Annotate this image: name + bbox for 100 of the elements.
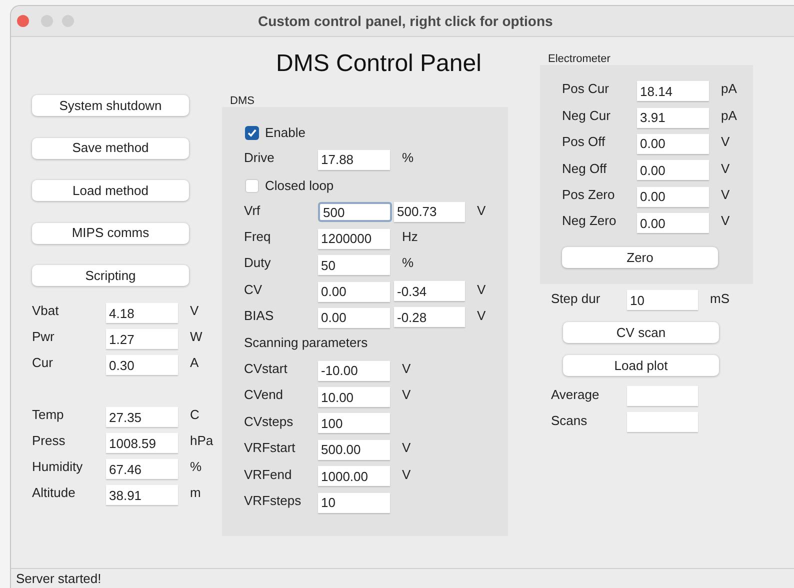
push-button[interactable]: MIPS comms xyxy=(32,222,189,244)
push-button[interactable]: System shutdown xyxy=(32,95,189,116)
field-label: Step dur xyxy=(551,290,602,308)
unit-label: V xyxy=(477,202,486,220)
input-field[interactable]: -0.34 xyxy=(394,281,465,302)
field-label: Pos Off xyxy=(562,133,606,152)
field-label: Neg Zero xyxy=(562,212,618,230)
push-button[interactable]: Load method xyxy=(32,180,189,201)
input-field[interactable]: 0.00 xyxy=(318,282,390,302)
field-label: Cur xyxy=(32,354,54,372)
input-field[interactable]: 0.00 xyxy=(637,186,709,207)
checkbox[interactable] xyxy=(245,126,259,140)
unit-label: V xyxy=(721,212,730,230)
close-icon[interactable] xyxy=(17,15,29,27)
field-label: CV xyxy=(244,280,264,299)
unit-label: V xyxy=(721,160,730,178)
field-label: Drive xyxy=(244,148,276,167)
checkbox[interactable] xyxy=(245,178,259,193)
unit-label: A xyxy=(190,354,199,372)
input-field[interactable] xyxy=(627,386,698,406)
push-button[interactable]: Load plot xyxy=(563,355,719,376)
field-label: VRFend xyxy=(244,466,293,484)
input-field[interactable]: -0.28 xyxy=(394,307,465,328)
push-button[interactable]: Scripting xyxy=(32,265,189,286)
input-field[interactable]: 0.00 xyxy=(637,213,709,234)
input-field[interactable]: 100 xyxy=(318,413,390,434)
input-field[interactable]: -10.00 xyxy=(318,360,390,381)
field-label: Humidity xyxy=(32,458,84,476)
push-button[interactable]: Zero xyxy=(562,247,718,268)
status-text: Server started! xyxy=(16,570,102,588)
field-label: Vbat xyxy=(32,302,60,320)
field-label: Neg Cur xyxy=(562,106,612,125)
field-label: Vrf xyxy=(244,202,262,220)
unit-label: V xyxy=(402,466,411,484)
input-field[interactable]: 17.88 xyxy=(318,150,390,170)
checkbox-label: Closed loop xyxy=(265,177,334,196)
input-field[interactable]: 1008.59 xyxy=(106,433,178,453)
input-field[interactable]: 38.91 xyxy=(106,485,178,505)
unit-label: V xyxy=(477,307,486,326)
input-field[interactable]: 27.35 xyxy=(106,407,178,427)
field-label: Freq xyxy=(244,228,272,246)
input-field[interactable]: 4.18 xyxy=(106,303,178,323)
input-field[interactable]: 10 xyxy=(318,492,390,513)
push-button[interactable]: CV scan xyxy=(563,322,719,344)
window-title: Custom control panel, right click for options xyxy=(258,12,553,31)
field-label: Average xyxy=(551,386,600,404)
unit-label: % xyxy=(190,458,202,476)
push-button[interactable]: Save method xyxy=(32,138,189,158)
group-title: Electrometer xyxy=(548,53,612,65)
input-field[interactable]: 10 xyxy=(627,290,698,310)
input-field[interactable]: 0.00 xyxy=(637,134,709,154)
unit-label: pA xyxy=(721,80,737,98)
group-title: DMS xyxy=(230,95,256,107)
field-label: VRFsteps xyxy=(244,492,302,510)
unit-label: Hz xyxy=(402,228,418,246)
input-field[interactable]: 500.73 xyxy=(394,202,465,222)
unit-label: m xyxy=(190,484,201,502)
unit-label: W xyxy=(190,328,202,346)
field-label: Scans xyxy=(551,412,588,430)
unit-label: V xyxy=(190,302,199,320)
input-field[interactable]: 0.00 xyxy=(637,160,709,180)
field-label: CVsteps xyxy=(244,412,294,431)
input-field[interactable]: 18.14 xyxy=(637,81,709,102)
field-label: Duty xyxy=(244,254,272,272)
unit-label: pA xyxy=(721,106,737,125)
input-field[interactable]: 3.91 xyxy=(637,108,709,128)
input-field[interactable]: 1000.00 xyxy=(318,466,390,486)
unit-label: % xyxy=(402,254,414,272)
unit-label: V xyxy=(721,133,730,152)
input-field[interactable]: 67.46 xyxy=(106,459,178,479)
field-label: Pwr xyxy=(32,328,56,346)
unit-label: % xyxy=(402,148,414,167)
unit-label: V xyxy=(477,280,486,299)
input-field[interactable]: 1.27 xyxy=(106,329,178,349)
input-field[interactable]: 500.00 xyxy=(318,440,390,460)
field-label: Pos Cur xyxy=(562,80,610,98)
section-label: Scanning parameters xyxy=(244,334,368,352)
field-label: Altitude xyxy=(32,484,76,502)
unit-label: C xyxy=(190,406,200,424)
input-field[interactable]: 0.30 xyxy=(106,355,178,375)
input-field[interactable]: 1200000 xyxy=(318,228,390,249)
field-label: Press xyxy=(32,432,66,450)
input-field[interactable]: 50 xyxy=(318,255,390,276)
panel-heading: DMS Control Panel xyxy=(276,49,482,79)
unit-label: V xyxy=(721,186,730,204)
unit-label: V xyxy=(402,386,411,404)
field-label: BIAS xyxy=(244,307,275,326)
unit-label: V xyxy=(402,439,411,458)
field-label: Temp xyxy=(32,406,65,424)
field-label: VRFstart xyxy=(244,439,296,458)
input-field[interactable] xyxy=(627,412,698,432)
field-label: CVstart xyxy=(244,360,288,378)
field-label: Neg Off xyxy=(562,160,608,178)
field-label: Pos Zero xyxy=(562,186,616,204)
unit-label: hPa xyxy=(190,432,214,450)
input-field[interactable]: 0.00 xyxy=(318,308,390,328)
input-field[interactable]: 10.00 xyxy=(318,387,390,408)
checkbox-label: Enable xyxy=(265,124,306,142)
field-label: CVend xyxy=(244,386,284,404)
input-field[interactable]: 500 xyxy=(318,202,392,222)
